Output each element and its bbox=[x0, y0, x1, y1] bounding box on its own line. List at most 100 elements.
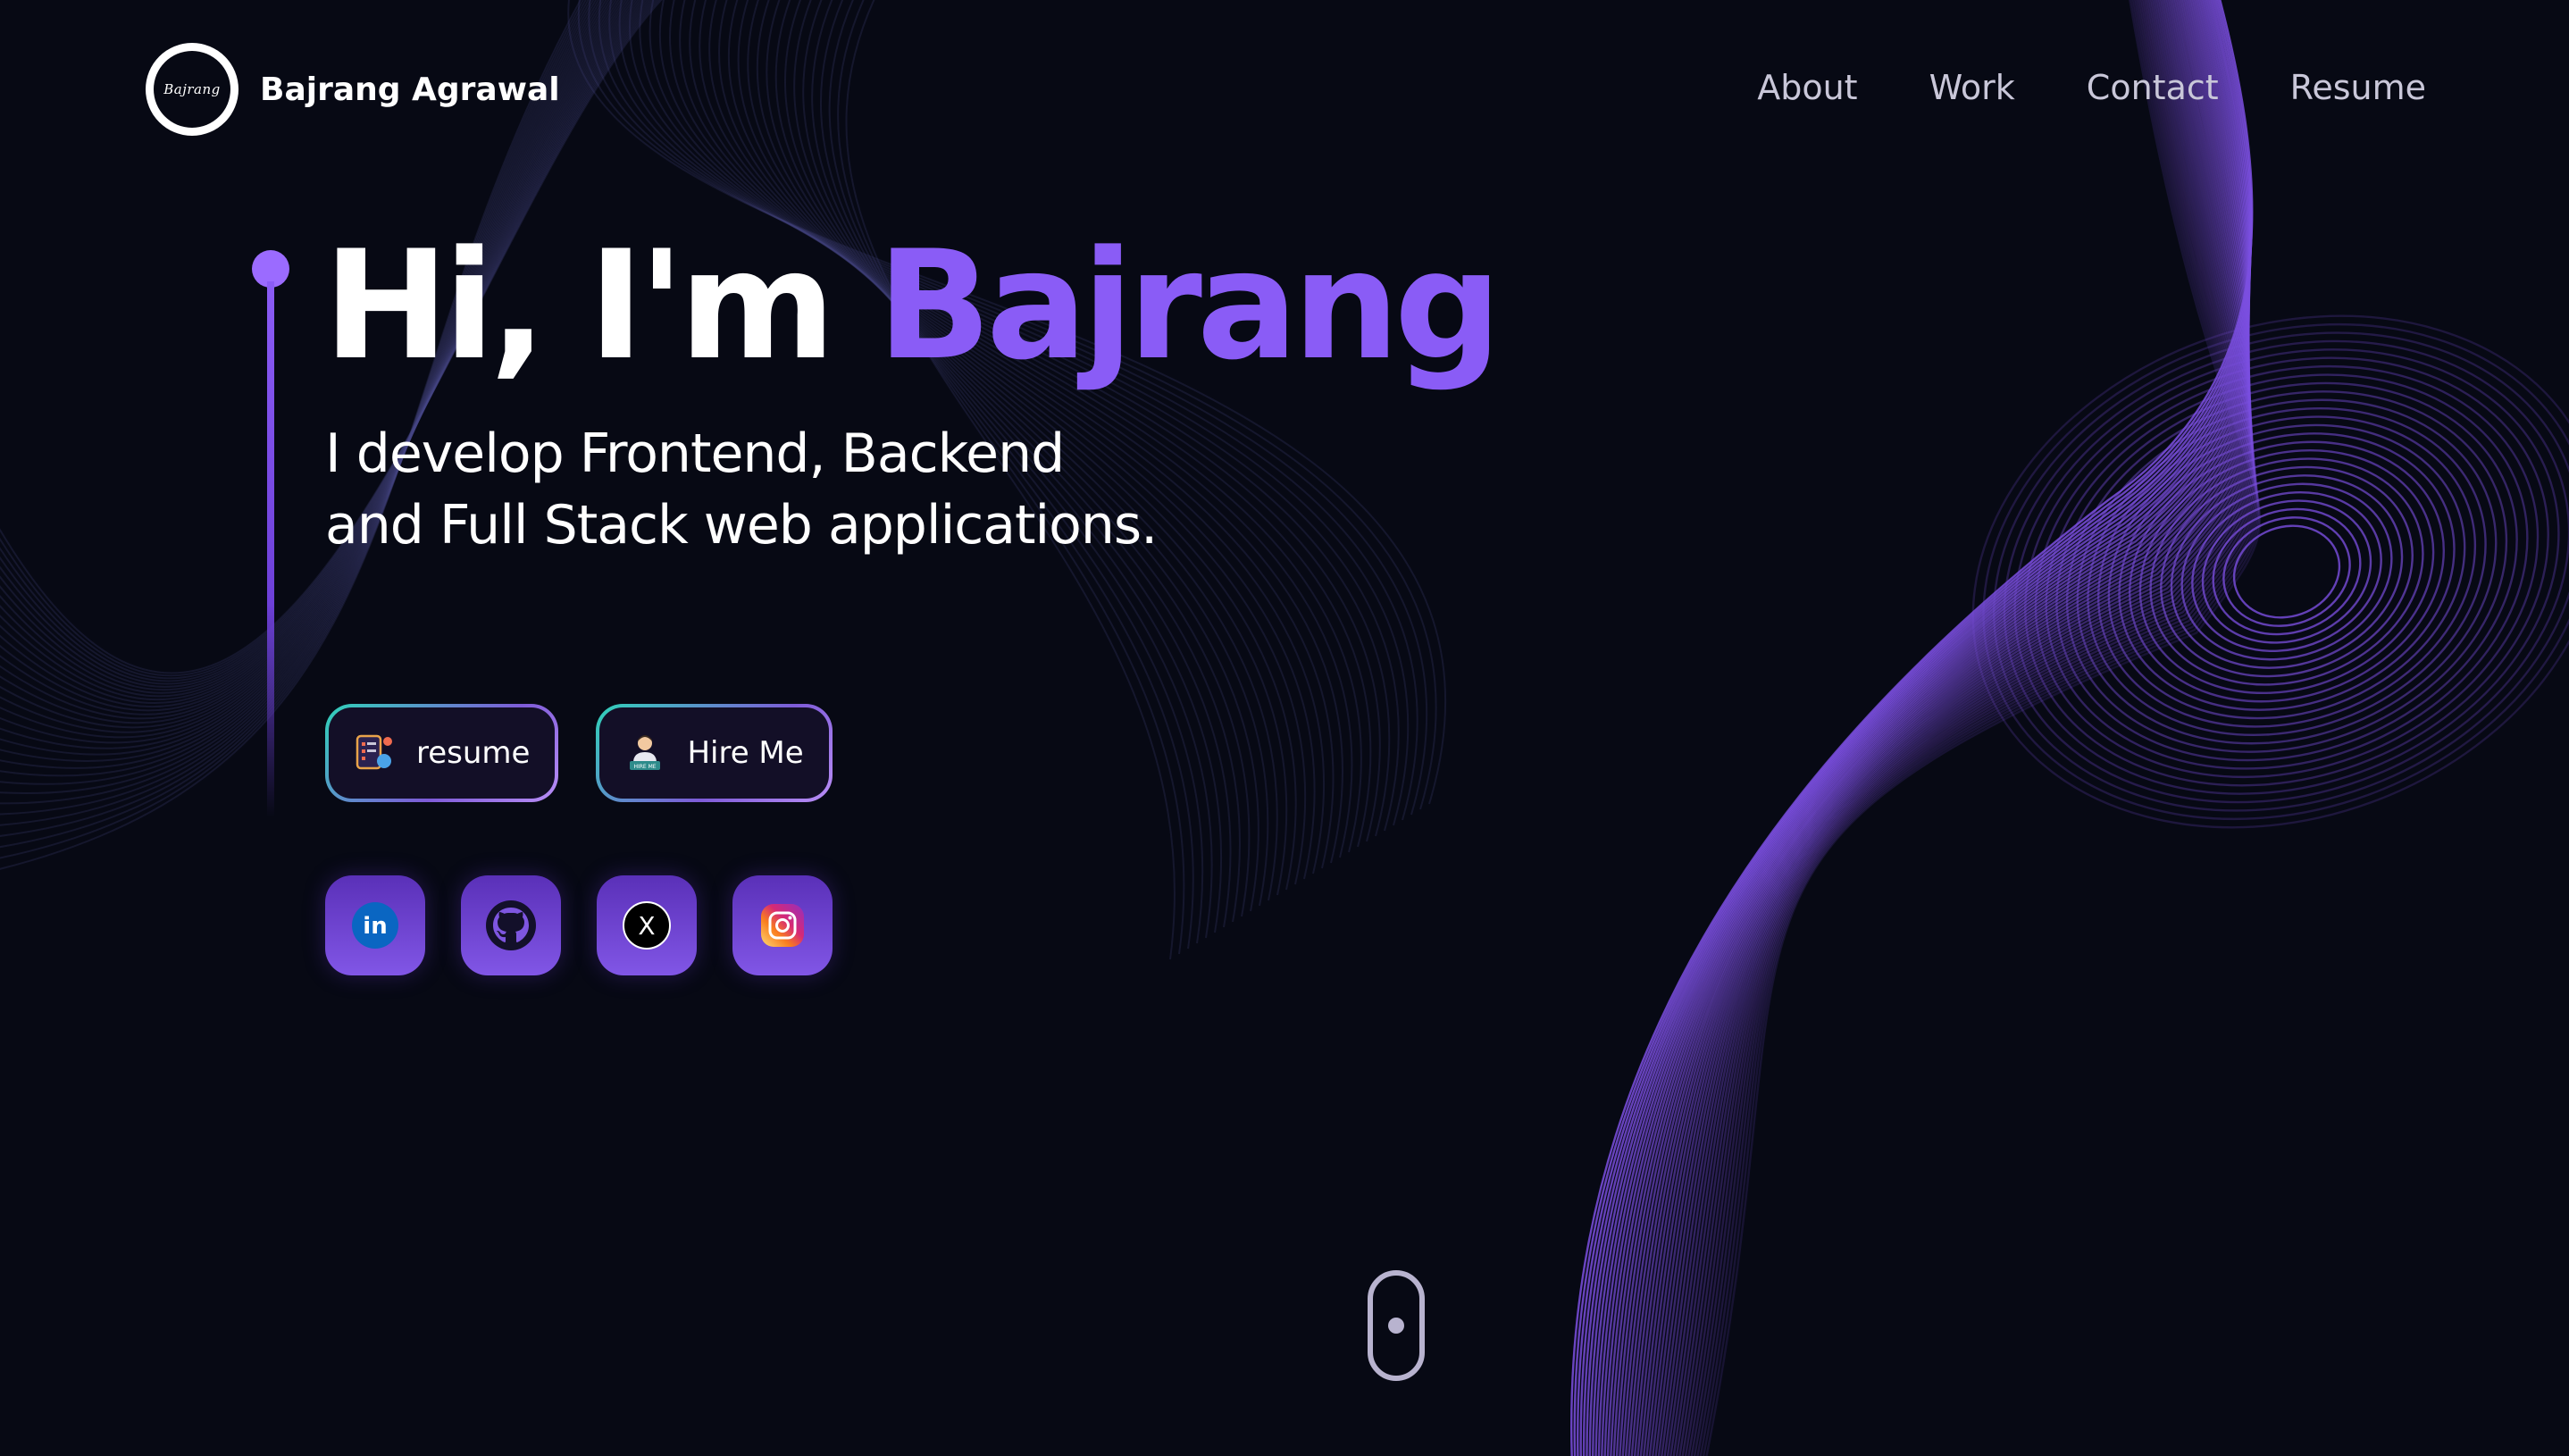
background-wave-line bbox=[1705, 0, 2262, 1456]
background-wave-ring bbox=[2118, 432, 2456, 711]
resume-button[interactable]: resume bbox=[325, 704, 559, 802]
developer-avatar-icon: HIRE ME bbox=[623, 731, 667, 775]
instagram-icon bbox=[761, 904, 804, 947]
background-wave-ring bbox=[2222, 516, 2351, 627]
background-wave-line bbox=[1630, 0, 2251, 1456]
background-wave-line bbox=[1606, 0, 2250, 1456]
background-wave-line bbox=[608, 0, 1410, 826]
linkedin-link[interactable]: in bbox=[325, 875, 425, 975]
hero-name: Bajrang bbox=[877, 218, 1502, 393]
background-wave-line bbox=[1573, 0, 2253, 1456]
nav-link-contact[interactable]: Contact bbox=[2087, 68, 2219, 107]
timeline-line bbox=[267, 281, 274, 817]
hero-subtitle: I develop Frontend, Backend and Full Sta… bbox=[325, 418, 1308, 561]
background-wave-line bbox=[1592, 0, 2251, 1456]
hero-heading: Hi, I'm Bajrang bbox=[323, 223, 1502, 389]
resume-button-inner: resume bbox=[329, 707, 556, 799]
linkedin-icon-text: in bbox=[363, 913, 387, 940]
background-wave-line bbox=[1610, 0, 2250, 1456]
background-wave-ring bbox=[2201, 499, 2372, 644]
background-wave-line bbox=[1648, 0, 2252, 1456]
background-wave-line bbox=[1645, 0, 2252, 1456]
resume-document-icon bbox=[352, 731, 397, 775]
logo-badge-text: Bajrang bbox=[163, 81, 221, 97]
x-link[interactable]: X bbox=[597, 875, 697, 975]
background-wave-line bbox=[1687, 0, 2257, 1456]
nav-link-about[interactable]: About bbox=[1757, 68, 1857, 107]
background-wave-line bbox=[1690, 0, 2258, 1456]
background-wave-line bbox=[1601, 0, 2251, 1456]
background-wave-line bbox=[567, 0, 1447, 805]
cta-buttons: resume HIRE ME Hire Me bbox=[325, 704, 833, 802]
brand-logo-link[interactable]: Bajrang Bajrang Agrawal bbox=[146, 43, 560, 136]
background-wave-line bbox=[1675, 0, 2255, 1456]
scroll-down-indicator[interactable] bbox=[1368, 1270, 1425, 1381]
background-wave-line bbox=[577, 0, 1437, 810]
background-wave-ring bbox=[1993, 331, 2569, 812]
background-wave-line bbox=[1570, 0, 2254, 1456]
background-wave-line bbox=[1594, 0, 2251, 1456]
background-wave-line bbox=[1666, 0, 2254, 1456]
github-icon bbox=[486, 900, 536, 950]
brand-name: Bajrang Agrawal bbox=[260, 71, 560, 108]
background-wave-line bbox=[1586, 0, 2252, 1456]
hero-greeting: Hi, I'm bbox=[323, 218, 835, 393]
background-wave-line bbox=[1663, 0, 2254, 1456]
background-wave-ring bbox=[2045, 373, 2529, 770]
nav-link-work[interactable]: Work bbox=[1929, 68, 2015, 107]
background-wave-line bbox=[1588, 0, 2252, 1456]
background-wave-line bbox=[1615, 0, 2250, 1456]
background-wave-ring bbox=[2107, 423, 2466, 720]
background-wave-ring bbox=[2149, 457, 2424, 686]
background-wave-ring bbox=[2232, 524, 2341, 619]
background-wave-line bbox=[1654, 0, 2253, 1456]
linkedin-icon: in bbox=[352, 902, 398, 949]
background-wave-ring bbox=[2076, 398, 2498, 745]
background-wave-line bbox=[1693, 0, 2259, 1456]
hire-me-button-label: Hire Me bbox=[687, 735, 804, 771]
background-wave-ring bbox=[1982, 322, 2569, 821]
background-wave-ring bbox=[1971, 314, 2569, 829]
background-wave-line bbox=[1621, 0, 2250, 1456]
background-wave-line bbox=[1696, 0, 2259, 1456]
background-wave-line bbox=[1579, 0, 2253, 1456]
background-wave-ring bbox=[2170, 474, 2404, 669]
background-wave-ring bbox=[2180, 482, 2393, 661]
background-wave-line bbox=[1657, 0, 2253, 1456]
background-wave-line bbox=[1633, 0, 2251, 1456]
github-link[interactable] bbox=[461, 875, 561, 975]
background-wave-ring bbox=[2024, 356, 2549, 787]
background-wave-line bbox=[1678, 0, 2256, 1456]
background-wave-ring bbox=[2191, 490, 2382, 653]
background-wave-ring bbox=[2087, 406, 2487, 737]
background-wave-line bbox=[1702, 0, 2261, 1456]
background-wave-ring bbox=[2055, 381, 2518, 762]
social-links: in X bbox=[325, 875, 833, 975]
hero-subtitle-line-1: I develop Frontend, Backend bbox=[325, 423, 1065, 485]
background-wave-ring bbox=[2065, 390, 2508, 753]
resume-button-label: resume bbox=[416, 735, 531, 771]
nav-link-resume[interactable]: Resume bbox=[2290, 68, 2426, 107]
background-wave-line bbox=[1628, 0, 2250, 1456]
background-wave-line bbox=[1661, 0, 2253, 1456]
x-icon: X bbox=[623, 901, 671, 950]
background-wave-line bbox=[1577, 0, 2253, 1456]
instagram-link[interactable] bbox=[732, 875, 833, 975]
background-wave-ring bbox=[2160, 465, 2414, 678]
background-wave-line bbox=[598, 0, 1418, 821]
hire-me-button[interactable]: HIRE ME Hire Me bbox=[596, 704, 833, 802]
main-nav: About Work Contact Resume bbox=[1757, 68, 2426, 107]
background-wave-line bbox=[1681, 0, 2256, 1456]
background-wave-line bbox=[1583, 0, 2252, 1456]
background-wave-line bbox=[1619, 0, 2250, 1456]
background-wave-ring bbox=[2013, 348, 2560, 795]
hero-subtitle-line-2: and Full Stack web applications. bbox=[325, 494, 1158, 556]
x-icon-text: X bbox=[638, 911, 655, 941]
background-wave-line bbox=[1684, 0, 2257, 1456]
mouse-wheel-icon bbox=[1388, 1318, 1404, 1334]
background-wave-ring bbox=[2096, 415, 2477, 728]
background-wave-ring bbox=[2129, 440, 2445, 703]
background-wave-line bbox=[1636, 0, 2251, 1456]
background-wave-ring bbox=[2212, 507, 2362, 636]
background-wave-line bbox=[1699, 0, 2260, 1456]
